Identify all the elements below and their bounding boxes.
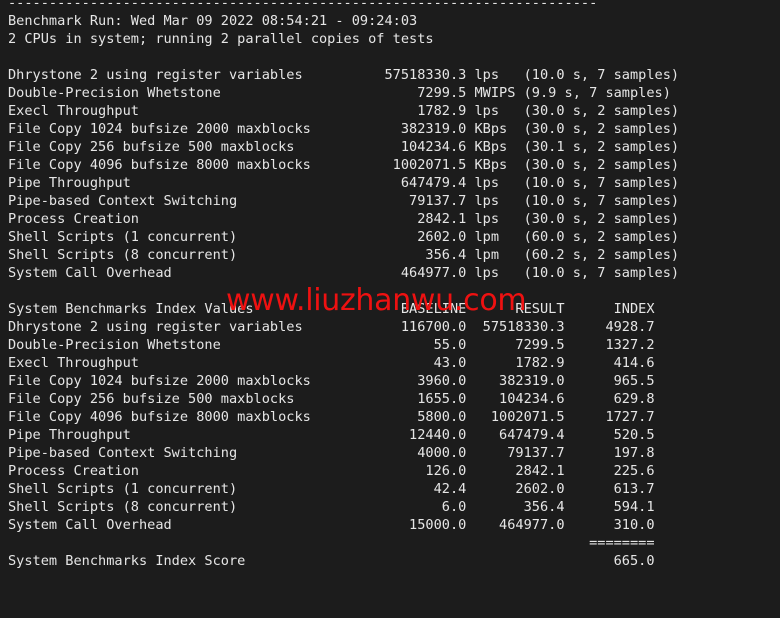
result-row: Dhrystone 2 using register variables 575… — [8, 67, 680, 83]
terminal-output: ----------------------------------------… — [8, 0, 679, 570]
result-row: Shell Scripts (1 concurrent) 2602.0 lpm … — [8, 229, 680, 245]
index-row: Process Creation 126.0 2842.1 225.6 — [8, 463, 655, 479]
index-row: Shell Scripts (1 concurrent) 42.4 2602.0… — [8, 481, 655, 497]
result-row: File Copy 256 bufsize 500 maxblocks 1042… — [8, 139, 680, 155]
cpu-info-line: 2 CPUs in system; running 2 parallel cop… — [8, 31, 434, 47]
index-row: Pipe-based Context Switching 4000.0 7913… — [8, 445, 655, 461]
index-row: File Copy 4096 bufsize 8000 maxblocks 58… — [8, 409, 655, 425]
score-separator: ======== — [8, 535, 655, 551]
index-score-line: System Benchmarks Index Score 665.0 — [8, 553, 655, 569]
result-row: File Copy 1024 bufsize 2000 maxblocks 38… — [8, 121, 680, 137]
result-row: Pipe Throughput 647479.4 lps (10.0 s, 7 … — [8, 175, 680, 191]
index-row: Dhrystone 2 using register variables 116… — [8, 319, 655, 335]
benchmark-run-line: Benchmark Run: Wed Mar 09 2022 08:54:21 … — [8, 13, 418, 29]
index-row: File Copy 256 bufsize 500 maxblocks 1655… — [8, 391, 655, 407]
index-table-header: System Benchmarks Index Values BASELINE … — [8, 301, 655, 317]
terminal-window: ----------------------------------------… — [0, 0, 780, 618]
result-row: Double-Precision Whetstone 7299.5 MWIPS … — [8, 85, 671, 101]
index-row: System Call Overhead 15000.0 464977.0 31… — [8, 517, 655, 533]
top-separator: ----------------------------------------… — [8, 0, 598, 11]
index-row: Double-Precision Whetstone 55.0 7299.5 1… — [8, 337, 655, 353]
result-row: Process Creation 2842.1 lps (30.0 s, 2 s… — [8, 211, 680, 227]
index-row: File Copy 1024 bufsize 2000 maxblocks 39… — [8, 373, 655, 389]
result-row: System Call Overhead 464977.0 lps (10.0 … — [8, 265, 680, 281]
index-row: Shell Scripts (8 concurrent) 6.0 356.4 5… — [8, 499, 655, 515]
index-row: Execl Throughput 43.0 1782.9 414.6 — [8, 355, 655, 371]
result-row: Pipe-based Context Switching 79137.7 lps… — [8, 193, 680, 209]
result-row: File Copy 4096 bufsize 8000 maxblocks 10… — [8, 157, 680, 173]
index-row: Pipe Throughput 12440.0 647479.4 520.5 — [8, 427, 655, 443]
result-row: Execl Throughput 1782.9 lps (30.0 s, 2 s… — [8, 103, 680, 119]
result-row: Shell Scripts (8 concurrent) 356.4 lpm (… — [8, 247, 680, 263]
